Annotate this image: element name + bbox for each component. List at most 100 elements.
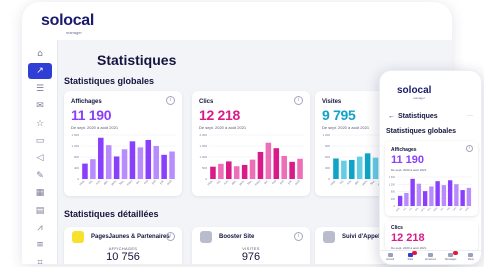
x-tick-label: mai — [447, 207, 451, 211]
bar[interactable] — [364, 153, 371, 179]
phone-nav-item-4[interactable]: Menu — [461, 251, 481, 264]
mail-icon[interactable]: ✉ — [28, 98, 52, 114]
info-icon[interactable]: i — [166, 232, 175, 241]
bar[interactable] — [169, 151, 175, 180]
x-tick-label: mai — [271, 179, 277, 185]
chat-icon[interactable]: ▭ — [28, 133, 52, 149]
x-tick-label: juil. — [459, 207, 464, 212]
bar[interactable] — [435, 181, 440, 206]
phone-nav-item-1[interactable]: Stats — [400, 251, 420, 264]
list-icon[interactable]: ☰ — [28, 81, 52, 97]
megaphone-icon[interactable]: ◁ — [28, 150, 52, 166]
bar[interactable] — [137, 147, 144, 179]
info-icon[interactable]: i — [294, 232, 303, 241]
bar[interactable] — [281, 155, 287, 179]
bar[interactable] — [90, 159, 96, 179]
bar[interactable] — [466, 187, 472, 206]
bar[interactable] — [410, 178, 415, 206]
phone-brand-logo[interactable]: solocal — [397, 85, 431, 96]
bar[interactable] — [429, 186, 434, 206]
info-icon[interactable]: i — [294, 96, 303, 105]
stat-card-period: De sept. 2020 à août 2021 — [71, 125, 119, 130]
bar[interactable] — [441, 185, 447, 206]
bar[interactable] — [249, 159, 256, 179]
bar[interactable] — [257, 151, 264, 179]
phone-nav-item-2[interactable]: Annonces — [420, 251, 440, 264]
layers-icon[interactable]: ≡ — [28, 237, 52, 253]
bar[interactable] — [447, 180, 453, 206]
back-arrow-icon[interactable]: ← — [388, 113, 395, 120]
bar[interactable] — [397, 195, 403, 206]
page-title: Statistiques — [97, 52, 177, 68]
calendar-icon[interactable]: ▦ — [28, 185, 52, 201]
x-tick-label: mars — [433, 206, 439, 212]
phone-card-sub: De sept. 2020 à août 2021 — [391, 168, 427, 172]
bar[interactable] — [241, 164, 248, 179]
detail-card-pagesjaunes[interactable]: PagesJaunes & Partenaires i AFFICHAGES 10 7… — [64, 227, 182, 264]
home-icon[interactable]: ⌂ — [28, 46, 52, 62]
phone-nav-item-0[interactable]: Accueil — [380, 251, 400, 264]
bar[interactable] — [98, 137, 104, 179]
bar[interactable] — [356, 156, 363, 179]
bar[interactable] — [129, 141, 136, 179]
bar[interactable] — [121, 149, 128, 179]
brand-logo[interactable]: solocal — [41, 12, 94, 30]
bar[interactable] — [454, 184, 459, 206]
folder-icon[interactable]: ▤ — [28, 203, 52, 219]
bar[interactable] — [422, 191, 428, 206]
bar[interactable] — [289, 161, 295, 179]
detail-card-label: PagesJaunes & Partenaires — [91, 234, 170, 240]
bar[interactable] — [297, 158, 303, 179]
x-tick-label: nov. — [346, 179, 353, 186]
bar[interactable] — [210, 166, 216, 179]
bar[interactable] — [218, 163, 224, 179]
bar[interactable] — [113, 156, 120, 179]
bar[interactable] — [145, 139, 152, 179]
x-tick-label: sept. — [395, 206, 401, 212]
nav-icon — [468, 253, 474, 257]
bar[interactable] — [416, 183, 422, 206]
detail-card-booster[interactable]: Booster Site i VISITES 976 — [192, 227, 310, 264]
phone-clics-card[interactable]: Clics 12 218 De sept. 2020 à août 2021 — [385, 221, 478, 251]
stat-card-affichages[interactable]: Affichages i 11 190 De sept. 2020 à août 20… — [64, 91, 182, 196]
bar[interactable] — [273, 148, 280, 179]
bar[interactable] — [460, 190, 465, 206]
phone-affichages-card[interactable]: Affichages 11 190 De sept. 2020 à août 2… — [385, 141, 478, 216]
x-tick-label: sept. — [206, 179, 214, 187]
info-icon[interactable]: i — [466, 145, 473, 152]
y-tick-label: 1 500 — [199, 144, 207, 148]
bar[interactable] — [404, 192, 409, 206]
stat-card-period: De sept. 2020 à août 2021 — [199, 125, 247, 130]
bar[interactable] — [153, 146, 159, 179]
x-tick-label: oct. — [215, 179, 221, 185]
phone-icon — [323, 231, 335, 243]
bar[interactable] — [341, 160, 347, 179]
stats-icon[interactable]: ↗ — [28, 63, 52, 80]
graph-icon[interactable]: ⩘ — [28, 220, 52, 236]
phone-nav-item-3[interactable]: Messages — [441, 251, 461, 264]
stat-card-label: Clics — [199, 99, 214, 105]
info-icon[interactable]: i — [166, 96, 175, 105]
y-tick-label: 0 — [77, 177, 79, 181]
x-tick-label: avr. — [263, 179, 269, 185]
stat-card-clics[interactable]: Clics i 12 218 De sept. 2020 à août 2021 2 0… — [192, 91, 310, 196]
bar[interactable] — [333, 158, 339, 179]
x-tick-label: nov. — [409, 207, 414, 212]
bar[interactable] — [233, 166, 240, 179]
phone-nav-label: Stats — [407, 258, 414, 261]
phone-card-value: 11 190 — [391, 154, 425, 166]
y-tick-label: 800 — [74, 155, 79, 159]
bar[interactable] — [349, 159, 355, 179]
bar[interactable] — [161, 154, 167, 179]
bar[interactable] — [82, 163, 88, 179]
bar[interactable] — [372, 157, 379, 179]
x-tick-label: janv. — [420, 207, 426, 213]
bar[interactable] — [226, 161, 232, 179]
tag-icon[interactable]: ⌗ — [28, 255, 52, 264]
edit-icon[interactable]: ✎ — [28, 168, 52, 184]
x-tick-label: août — [464, 206, 470, 212]
star-icon[interactable]: ☆ — [28, 116, 52, 132]
bar[interactable] — [105, 145, 112, 179]
bar[interactable] — [265, 142, 272, 179]
more-icon[interactable]: ··· — [467, 113, 473, 119]
